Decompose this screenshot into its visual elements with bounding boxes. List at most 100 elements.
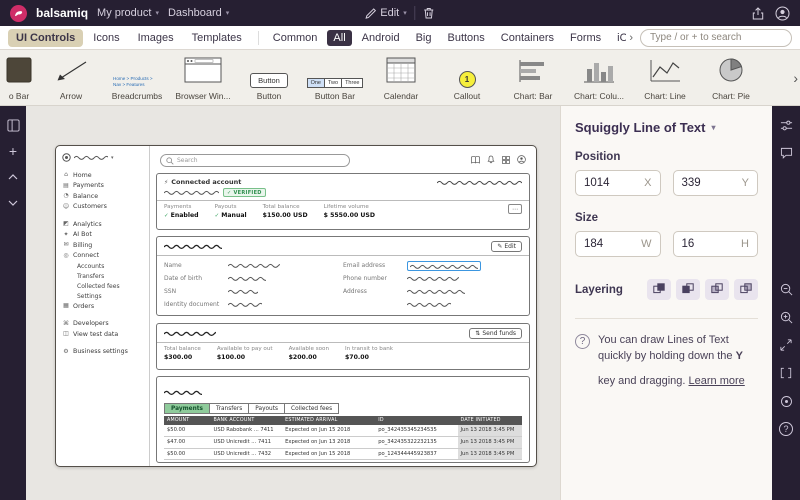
add-page-button[interactable]: + <box>4 142 22 160</box>
size-w-input[interactable] <box>584 238 634 250</box>
palette-item-button[interactable]: ButtonButton <box>236 55 302 101</box>
category-forms[interactable]: Forms <box>564 30 607 46</box>
zoom-out-button[interactable] <box>777 280 795 298</box>
palette-item-callout[interactable]: 1Callout <box>434 55 500 101</box>
payouts-panel[interactable]: PaymentsTransfersPayoutsCollected fees A… <box>156 376 530 463</box>
position-y-input[interactable] <box>682 177 732 189</box>
field-address-line-2[interactable] <box>343 298 522 311</box>
grid-icon[interactable] <box>502 156 510 164</box>
palette-item-chart-colu[interactable]: Chart: Colu... <box>566 55 632 101</box>
mock-nav-billing[interactable]: ✉Billing <box>62 240 143 251</box>
trash-button[interactable] <box>424 7 435 19</box>
field-ssn[interactable]: SSN <box>164 285 343 298</box>
mockup-search-bar[interactable]: Search <box>160 154 350 167</box>
tab-images[interactable]: Images <box>130 29 182 47</box>
field-email-address[interactable]: Email address <box>343 259 522 272</box>
zoom-fit-button[interactable] <box>777 336 795 354</box>
mock-nav-accounts[interactable]: Accounts <box>62 261 143 271</box>
previous-page-button[interactable] <box>4 168 22 186</box>
field-date-of-birth[interactable]: Date of birth <box>164 272 343 285</box>
avatar[interactable] <box>517 155 526 164</box>
mock-nav-home[interactable]: ⌂Home <box>62 170 143 181</box>
book-icon[interactable] <box>471 156 480 164</box>
full-screen-button[interactable] <box>777 364 795 382</box>
mock-nav-balance[interactable]: ◔Balance <box>62 191 143 202</box>
size-h-input[interactable] <box>682 238 732 250</box>
help-button[interactable]: ? <box>777 420 795 438</box>
mockup-logo-row[interactable]: ▾ <box>62 153 143 162</box>
mock-nav-orders[interactable]: ▦Orders <box>62 301 143 312</box>
palette-item-button-bar[interactable]: OneTwoThreeButton Bar <box>302 55 368 101</box>
mock-nav-collected-fees[interactable]: Collected fees <box>62 281 143 291</box>
send-funds-button[interactable]: ⇅Send funds <box>469 328 522 339</box>
category-ios[interactable]: iOS <box>611 30 626 46</box>
balance-panel[interactable]: ⇅Send funds Total balance$300.00Availabl… <box>156 323 530 370</box>
inspector-title[interactable]: Squiggly Line of Text ▾ <box>575 120 758 135</box>
edit-menu[interactable]: Edit ▾ <box>365 7 406 19</box>
mock-nav-ai-bot[interactable]: ✦AI Bot <box>62 230 143 241</box>
mock-tab-payouts[interactable]: Payouts <box>248 403 284 414</box>
canvas[interactable]: ▾ ⌂Home▤Payments◔Balance☺Customers ◩Analy… <box>26 106 560 500</box>
field-phone-number[interactable]: Phone number <box>343 272 522 285</box>
palette-item-arrow[interactable]: Arrow <box>38 55 104 101</box>
mock-nav-customers[interactable]: ☺Customers <box>62 202 143 213</box>
selected-squiggly-line-of-text[interactable] <box>407 261 481 271</box>
more-options-button[interactable]: ⋯ <box>508 204 522 214</box>
inspector-toggle-button[interactable] <box>777 116 795 134</box>
zoom-in-button[interactable] <box>777 308 795 326</box>
palette-item-calendar[interactable]: Calendar <box>368 55 434 101</box>
mock-nav-developers[interactable]: ⌘Developers <box>62 319 143 330</box>
mock-nav-settings[interactable]: Settings <box>62 291 143 301</box>
project-menu[interactable]: My product ▾ <box>97 7 159 19</box>
position-x-input[interactable] <box>584 177 634 189</box>
palette-item-o-bar[interactable]: o Bar <box>0 55 38 101</box>
palette-item-chart-bar[interactable]: Chart: Bar <box>500 55 566 101</box>
field-name[interactable]: Name <box>164 259 343 272</box>
mockup-sidebar[interactable]: ▾ ⌂Home▤Payments◔Balance☺Customers ◩Analy… <box>56 146 150 466</box>
payouts-table[interactable]: AMOUNTBANK ACCOUNTESTIMATED ARRIVALIDDAT… <box>164 416 522 460</box>
balsamiq-logo[interactable] <box>10 5 27 22</box>
mock-tab-collected-fees[interactable]: Collected fees <box>284 403 339 414</box>
category-all[interactable]: All <box>327 30 351 46</box>
palette-item-chart-line[interactable]: Chart: Line <box>632 55 698 101</box>
next-page-button[interactable] <box>4 194 22 212</box>
learn-more-link[interactable]: Learn more <box>689 374 745 390</box>
send-backward-button[interactable] <box>676 279 700 300</box>
category-big[interactable]: Big <box>410 30 438 46</box>
mock-nav-view-test-data[interactable]: ◫View test data <box>62 329 143 340</box>
category-buttons[interactable]: Buttons <box>441 30 490 46</box>
tab-templates[interactable]: Templates <box>184 29 250 47</box>
palette-item-chart-pie[interactable]: Chart: Pie <box>698 55 764 101</box>
palette-item-breadcrumbs[interactable]: Home > Products > Nav > FeaturesBreadcru… <box>104 55 170 101</box>
tab-ui-controls[interactable]: UI Controls <box>8 29 83 47</box>
table-row[interactable]: $50.00USD Unicredit ... 7432Expected on … <box>164 448 522 460</box>
wireframe-mockup[interactable]: ▾ ⌂Home▤Payments◔Balance☺Customers ◩Analy… <box>55 145 537 467</box>
mock-nav-business-settings[interactable]: ⚙Business settings <box>62 347 143 358</box>
field-identity-document[interactable]: Identity document <box>164 298 343 311</box>
presentation-button[interactable] <box>777 392 795 410</box>
mock-nav-transfers[interactable]: Transfers <box>62 271 143 281</box>
mock-nav-connect[interactable]: ◎Connect <box>62 251 143 262</box>
account-details-panel[interactable]: ✎Edit NameDate of birthSSNIdentity docum… <box>156 236 530 316</box>
library-panel-toggle-button[interactable] <box>4 116 22 134</box>
field-address[interactable]: Address <box>343 285 522 298</box>
mock-nav-payments[interactable]: ▤Payments <box>62 181 143 192</box>
page-menu[interactable]: Dashboard ▾ <box>168 7 229 19</box>
bell-icon[interactable] <box>487 155 495 164</box>
palette-item-browser-win[interactable]: Browser Win... <box>170 55 236 101</box>
share-button[interactable] <box>752 7 764 20</box>
palette-scroll-right-button[interactable]: › <box>793 70 798 86</box>
send-to-back-button[interactable] <box>734 279 758 300</box>
connected-account-panel[interactable]: ⚡ Connected account ✓VERIFIED Payments✓E… <box>156 173 530 230</box>
comments-button[interactable] <box>777 144 795 162</box>
account-avatar[interactable] <box>775 6 790 21</box>
bring-forward-button[interactable] <box>647 279 671 300</box>
table-row[interactable]: $47.00USD Unicredit ... 7411Expected on … <box>164 436 522 448</box>
mock-tab-transfers[interactable]: Transfers <box>209 403 248 414</box>
edit-button[interactable]: ✎Edit <box>491 241 522 252</box>
tab-icons[interactable]: Icons <box>85 29 127 47</box>
table-row[interactable]: $50.00USD Rabobank ... 7411Expected on J… <box>164 425 522 436</box>
category-android[interactable]: Android <box>356 30 406 46</box>
bring-to-front-button[interactable] <box>705 279 729 300</box>
mock-nav-analytics[interactable]: ◩Analytics <box>62 219 143 230</box>
